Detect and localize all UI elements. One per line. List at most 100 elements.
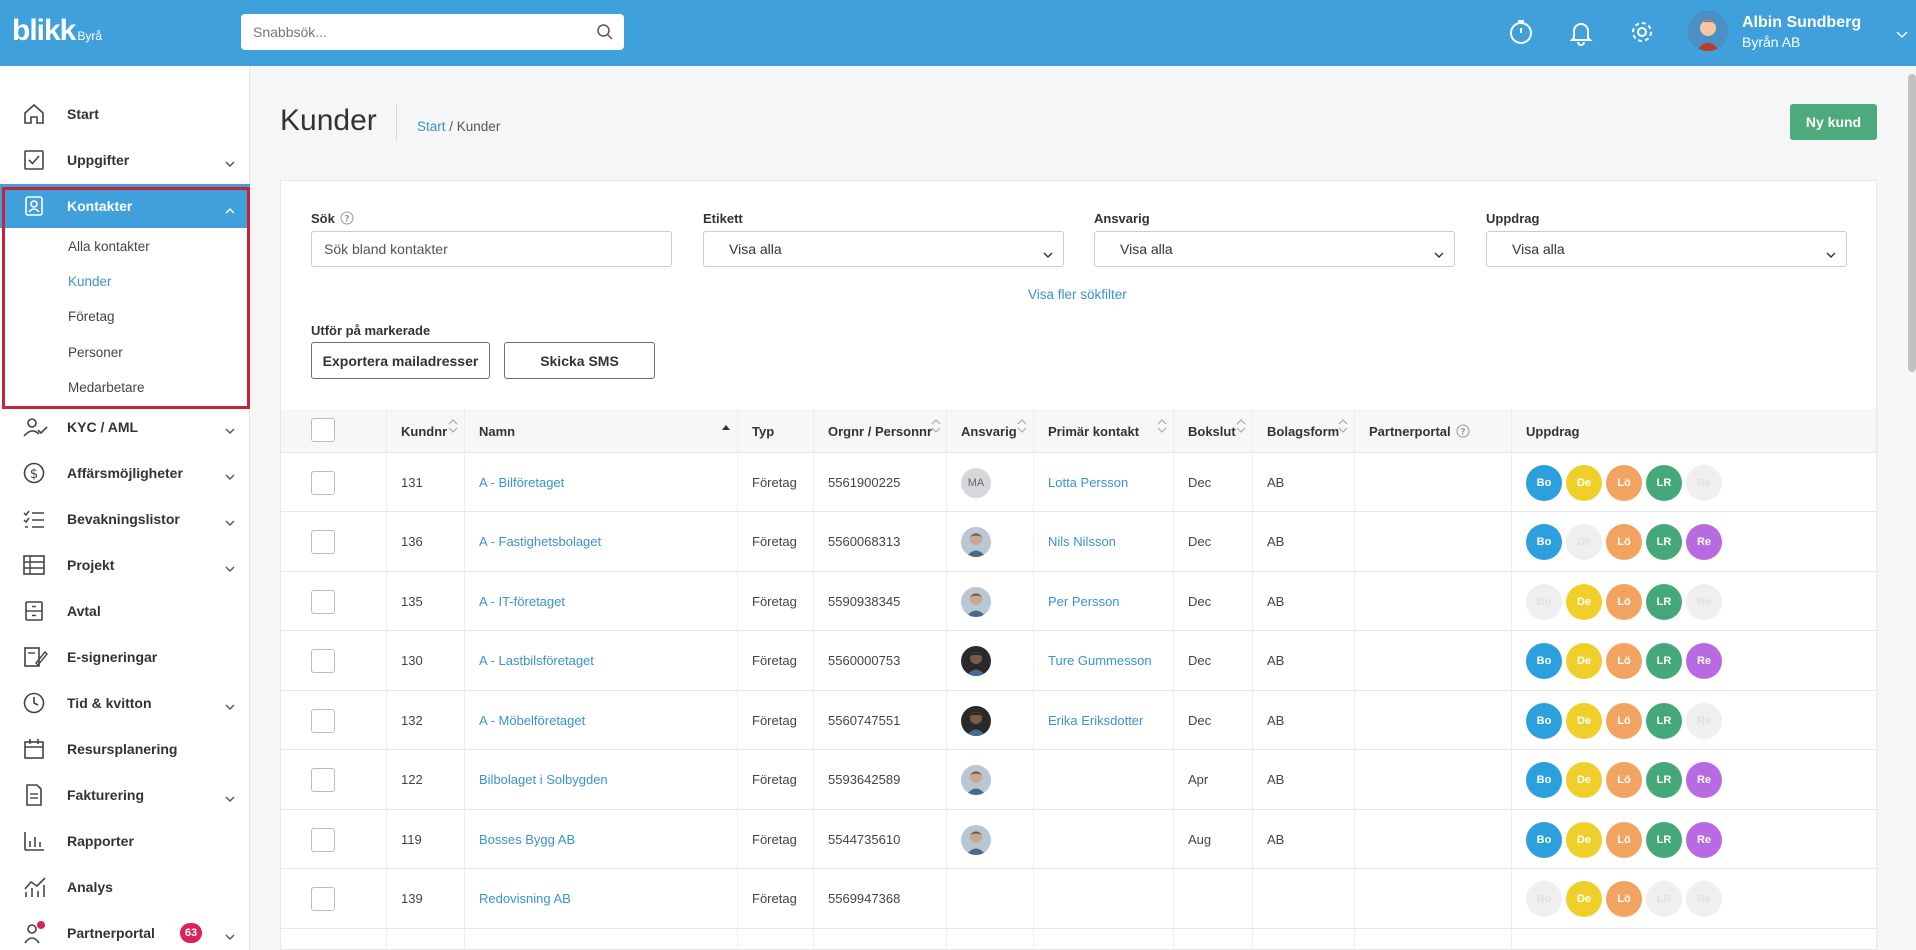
- help-icon[interactable]: ?: [1456, 424, 1470, 441]
- row-checkbox[interactable]: [311, 708, 335, 733]
- cell-namn-link[interactable]: Redovisning AB: [479, 891, 571, 906]
- assignment-chip[interactable]: Re: [1686, 583, 1722, 620]
- assignment-chip[interactable]: Lö: [1606, 702, 1642, 739]
- assignment-chip[interactable]: Bo: [1526, 762, 1562, 799]
- cell-namn-link[interactable]: Bilbolaget i Solbygden: [479, 772, 608, 787]
- more-filters-link[interactable]: Visa fler sökfilter: [1028, 287, 1127, 302]
- assignment-chip[interactable]: LR: [1646, 524, 1682, 561]
- sort-icon[interactable]: [1157, 418, 1167, 439]
- assignment-chip[interactable]: Bo: [1526, 702, 1562, 739]
- assignment-chip[interactable]: Lö: [1606, 643, 1642, 680]
- row-checkbox[interactable]: [311, 887, 335, 912]
- assignment-chip[interactable]: Lö: [1606, 583, 1642, 620]
- assignment-chip[interactable]: De: [1566, 643, 1602, 680]
- uppdrag-select[interactable]: Visa alla: [1486, 231, 1847, 267]
- assignment-chip[interactable]: LR: [1646, 464, 1682, 501]
- cell-namn-link[interactable]: A - Bilföretaget: [479, 475, 564, 490]
- help-icon[interactable]: ?: [340, 211, 354, 228]
- logo[interactable]: blikk Byrå: [12, 14, 102, 48]
- sidebar-item-avtal[interactable]: Avtal: [0, 589, 250, 633]
- user-name[interactable]: Albin Sundberg: [1742, 14, 1861, 32]
- assignment-chip[interactable]: Re: [1686, 524, 1722, 561]
- assignment-chip[interactable]: Re: [1686, 643, 1722, 680]
- export-emails-button[interactable]: Exportera mailadresser: [311, 342, 490, 379]
- col-bolagsform[interactable]: Bolagsform: [1267, 424, 1339, 439]
- sidebar-item-start[interactable]: Start: [0, 92, 250, 136]
- assignment-chip[interactable]: Re: [1686, 881, 1722, 918]
- assignment-chip[interactable]: Lö: [1606, 881, 1642, 918]
- sidebar-item-uppgifter[interactable]: Uppgifter: [0, 138, 250, 182]
- assignment-chip[interactable]: Bo: [1526, 524, 1562, 561]
- assignment-chip[interactable]: Bo: [1526, 881, 1562, 918]
- cell-namn-link[interactable]: A - Fastighetsbolaget: [479, 534, 601, 549]
- assignment-chip[interactable]: Bo: [1526, 464, 1562, 501]
- row-checkbox[interactable]: [311, 827, 335, 852]
- row-checkbox[interactable]: [311, 649, 335, 674]
- timer-icon[interactable]: [1505, 16, 1537, 48]
- cell-namn-link[interactable]: A - Lastbilsföretaget: [479, 653, 594, 668]
- row-checkbox[interactable]: [311, 470, 335, 495]
- cell-primar-kontakt-link[interactable]: Ture Gummesson: [1048, 653, 1152, 668]
- sidebar-item-tid-kvitton[interactable]: Tid & kvitton: [0, 681, 250, 725]
- assignment-chip[interactable]: Bo: [1526, 643, 1562, 680]
- select-all-checkbox[interactable]: [311, 418, 335, 442]
- bell-icon[interactable]: [1565, 16, 1597, 48]
- assignment-chip[interactable]: LR: [1646, 821, 1682, 858]
- cell-primar-kontakt-link[interactable]: Nils Nilsson: [1048, 534, 1116, 549]
- sidebar-subitem-alla-kontakter[interactable]: Alla kontakter: [68, 239, 150, 254]
- sidebar-item-e-signeringar[interactable]: E-signeringar: [0, 635, 250, 679]
- sidebar-item-affarsmojligheter[interactable]: $ Affärsmöjligheter: [0, 451, 250, 495]
- sort-icon[interactable]: [1338, 418, 1348, 439]
- row-checkbox[interactable]: [311, 589, 335, 614]
- col-ansvarig[interactable]: Ansvarig: [961, 424, 1017, 439]
- search-icon[interactable]: [596, 23, 614, 46]
- assignment-chip[interactable]: Re: [1686, 464, 1722, 501]
- assignment-chip[interactable]: De: [1566, 762, 1602, 799]
- sidebar-item-partnerportal[interactable]: Partnerportal 63: [0, 911, 250, 950]
- assignment-chip[interactable]: De: [1566, 524, 1602, 561]
- col-orgnr[interactable]: Orgnr / Personnr: [828, 424, 932, 439]
- sidebar-item-kyc-aml[interactable]: KYC / AML: [0, 405, 250, 449]
- assignment-chip[interactable]: Bo: [1526, 821, 1562, 858]
- sidebar-item-kontakter[interactable]: Kontakter: [0, 184, 250, 228]
- chevron-down-icon[interactable]: [1896, 26, 1908, 44]
- quick-search-input[interactable]: [241, 14, 571, 50]
- sidebar-subitem-foretag[interactable]: Företag: [68, 309, 115, 324]
- assignment-chip[interactable]: De: [1566, 583, 1602, 620]
- scrollbar[interactable]: [1908, 74, 1916, 372]
- col-namn[interactable]: Namn: [479, 424, 515, 439]
- contacts-search-input[interactable]: [311, 231, 672, 267]
- etikett-select[interactable]: Visa alla: [703, 231, 1064, 267]
- sort-icon[interactable]: [448, 418, 458, 439]
- new-customer-button[interactable]: Ny kund: [1790, 104, 1877, 140]
- sidebar-subitem-personer[interactable]: Personer: [68, 345, 123, 360]
- row-checkbox[interactable]: [311, 768, 335, 793]
- breadcrumb-start-link[interactable]: Start: [417, 119, 446, 134]
- cell-namn-link[interactable]: Bosses Bygg AB: [479, 832, 575, 847]
- assignment-chip[interactable]: De: [1566, 881, 1602, 918]
- cell-namn-link[interactable]: A - IT-företaget: [479, 594, 565, 609]
- col-bokslut[interactable]: Bokslut: [1188, 424, 1236, 439]
- sidebar-item-fakturering[interactable]: Fakturering: [0, 773, 250, 817]
- sidebar-item-projekt[interactable]: Projekt: [0, 543, 250, 587]
- assignment-chip[interactable]: Re: [1686, 762, 1722, 799]
- assignment-chip[interactable]: De: [1566, 821, 1602, 858]
- gear-icon[interactable]: [1626, 16, 1658, 48]
- assignment-chip[interactable]: Re: [1686, 702, 1722, 739]
- sidebar-item-rapporter[interactable]: Rapporter: [0, 819, 250, 863]
- assignment-chip[interactable]: LR: [1646, 643, 1682, 680]
- sort-icon[interactable]: [931, 418, 941, 439]
- assignment-chip[interactable]: Lö: [1606, 524, 1642, 561]
- assignment-chip[interactable]: Lö: [1606, 762, 1642, 799]
- sidebar-item-analys[interactable]: Analys: [0, 865, 250, 909]
- assignment-chip[interactable]: Bo: [1526, 583, 1562, 620]
- sort-icon[interactable]: [1017, 418, 1027, 439]
- col-primar-kontakt[interactable]: Primär kontakt: [1048, 424, 1139, 439]
- col-kundnr[interactable]: Kundnr: [401, 424, 447, 439]
- cell-primar-kontakt-link[interactable]: Per Persson: [1048, 594, 1120, 609]
- cell-primar-kontakt-link[interactable]: Erika Eriksdotter: [1048, 713, 1143, 728]
- sort-icon[interactable]: [1236, 418, 1246, 439]
- quick-search[interactable]: [241, 14, 624, 50]
- row-checkbox[interactable]: [311, 530, 335, 555]
- assignment-chip[interactable]: Re: [1686, 821, 1722, 858]
